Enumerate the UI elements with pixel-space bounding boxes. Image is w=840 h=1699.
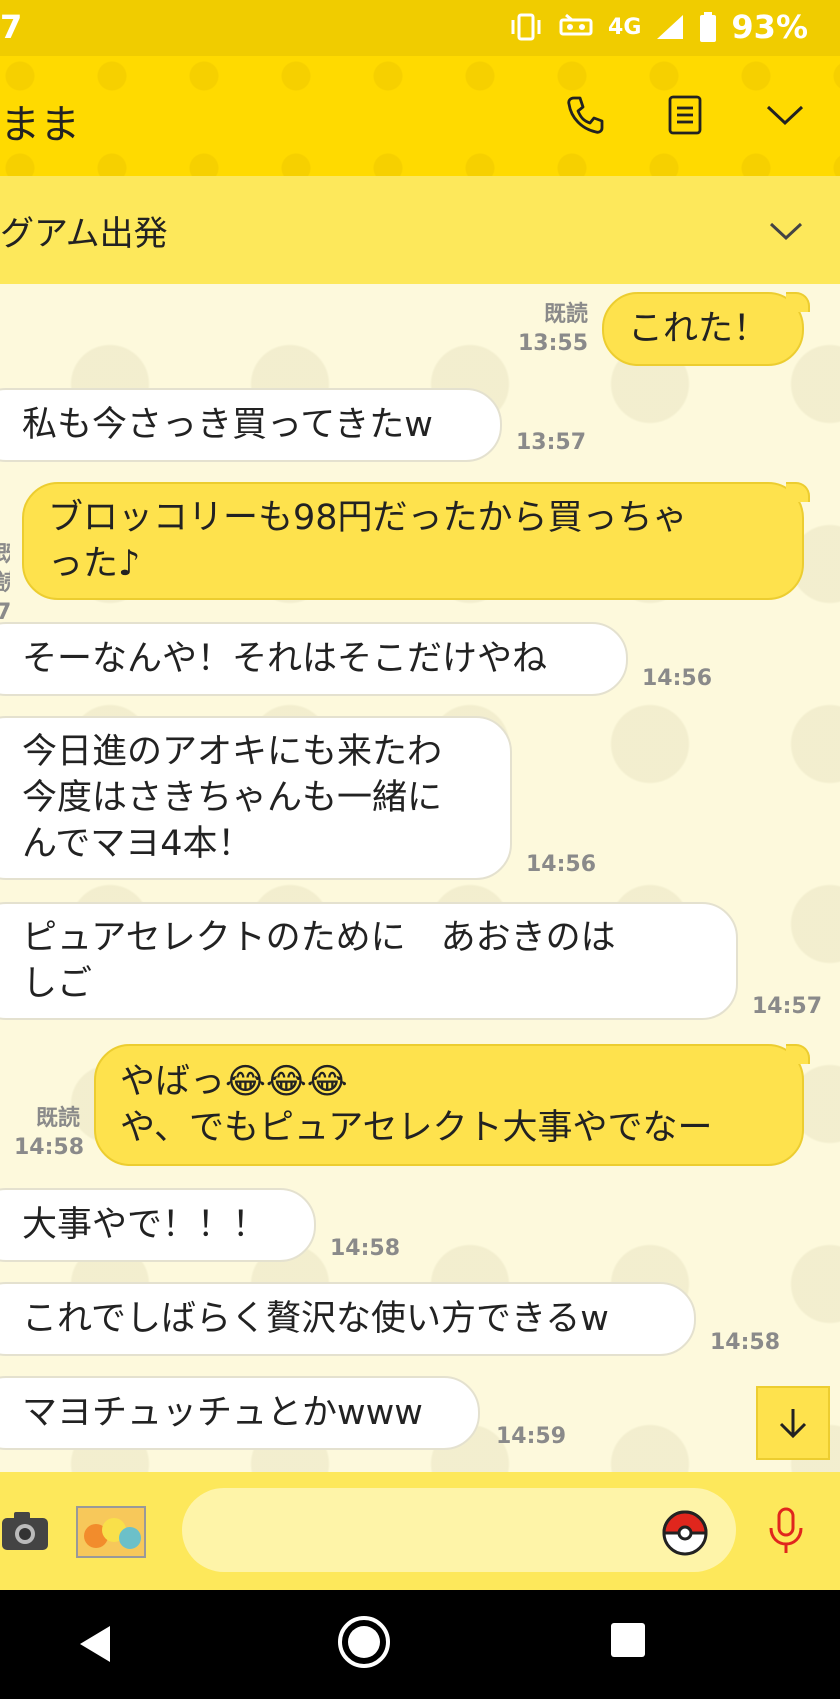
chat-header: まま	[0, 56, 840, 176]
sticker-icon	[78, 1508, 144, 1556]
read-receipt: 既読	[35, 1106, 80, 1131]
message-time: 14:58	[330, 1236, 401, 1261]
arrow-down-icon	[779, 1409, 807, 1439]
chevron-down-icon[interactable]	[766, 210, 806, 250]
message-bubble[interactable]: ブロッコリーも98円だったから買っちゃ った♪	[22, 482, 810, 600]
back-icon[interactable]	[76, 1624, 116, 1664]
message-bubble[interactable]: これた！	[602, 292, 810, 366]
status-icons: 4G 93%	[508, 8, 808, 46]
scroll-to-bottom-button[interactable]	[756, 1386, 830, 1460]
message-time: 14:56	[642, 666, 713, 691]
menu-expand-button[interactable]	[760, 90, 810, 140]
announcement-text: グアム出発	[0, 214, 168, 254]
announcement-bar[interactable]: グアム出発	[0, 176, 840, 284]
call-button[interactable]	[560, 90, 610, 140]
message-input[interactable]	[182, 1488, 736, 1572]
message-meta: 既読 14:58	[14, 1104, 85, 1162]
chat-messages[interactable]: 既読 13:55 これた！ 私も今さっき買ってきたw 13:57 既読 7 ブロ…	[0, 284, 840, 1472]
battery-percent: 93%	[731, 8, 808, 46]
message-bubble[interactable]: そーなんや！それはそこだけやね	[0, 622, 628, 696]
home-icon[interactable]	[336, 1614, 392, 1670]
vibrate-icon	[508, 12, 544, 42]
message-time: 14:58	[710, 1330, 781, 1355]
read-receipt: 既読	[543, 302, 588, 327]
notes-icon	[668, 95, 702, 135]
message-bubble[interactable]: 私も今さっき買ってきたw	[0, 388, 502, 462]
camera-icon[interactable]	[0, 1502, 52, 1554]
microphone-icon[interactable]	[766, 1506, 806, 1556]
message-time: 13:55	[517, 331, 588, 356]
message-time: 14:57	[752, 994, 823, 1019]
recent-apps-icon[interactable]	[610, 1622, 646, 1658]
message-bubble[interactable]: 大事やで！！！	[0, 1188, 316, 1262]
header-actions	[560, 90, 810, 140]
status-bar: 7 4G 93%	[0, 0, 840, 56]
message-input-bar	[0, 1472, 840, 1590]
message-time: 14:59	[496, 1424, 567, 1449]
signal-icon	[655, 13, 685, 41]
read-receipt: 既読	[0, 540, 10, 598]
pokeball-icon[interactable]	[662, 1510, 708, 1556]
data-saver-icon	[558, 12, 594, 42]
message-bubble[interactable]: やばっ😂😂😂 や、でもピュアセレクト大事やでなー	[94, 1044, 810, 1166]
message-bubble[interactable]: これでしばらく贅沢な使い方できるw	[0, 1282, 696, 1356]
message-time: 14:58	[14, 1135, 85, 1160]
message-meta: 既読 13:55	[470, 300, 588, 358]
message-bubble[interactable]: ピュアセレクトのために あおきのは しご	[0, 902, 738, 1020]
network-type: 4G	[608, 14, 642, 40]
phone-icon	[567, 96, 604, 134]
sticker-button[interactable]	[76, 1506, 146, 1558]
message-bubble[interactable]: 今日進のアオキにも来たわ 今度はさきちゃんも一緒に んでマヨ4本！	[0, 716, 512, 880]
message-bubble[interactable]: マヨチュッチュとかwww	[0, 1376, 480, 1450]
battery-icon	[699, 12, 717, 42]
chevron-down-icon	[766, 105, 804, 126]
system-nav-bar	[0, 1590, 840, 1699]
message-meta: 既読 7	[0, 540, 11, 627]
status-left-text: 7	[0, 8, 23, 46]
notes-button[interactable]	[660, 90, 710, 140]
message-time: 14:56	[526, 852, 597, 877]
message-time: 13:57	[516, 430, 587, 455]
chat-title: まま	[0, 102, 80, 148]
